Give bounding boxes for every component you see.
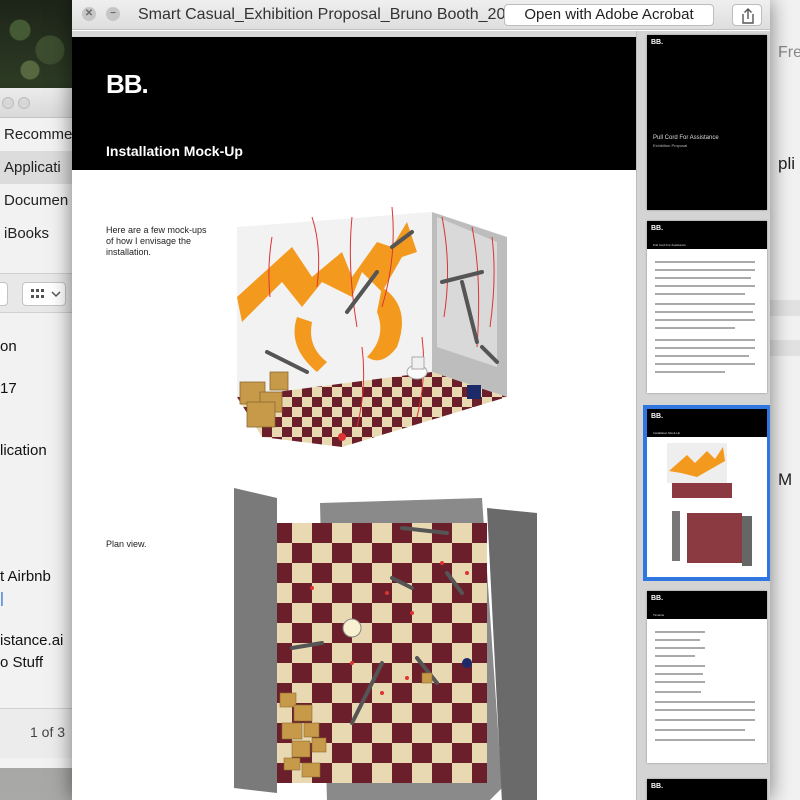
text-line: [655, 327, 735, 329]
grid-view-dropdown[interactable]: [22, 282, 66, 306]
page-thumbnail-5[interactable]: BB.: [647, 779, 767, 800]
preview-window: ✕ − Smart Casual_Exhibition Proposal_Bru…: [72, 0, 770, 800]
grid-icon: [31, 289, 61, 298]
text-line: [655, 355, 749, 357]
text-line: [655, 681, 705, 683]
page-thumbnail-4[interactable]: BB. Timeline: [647, 591, 767, 763]
plan-caption: Plan view.: [106, 539, 147, 549]
text-line: [655, 665, 705, 667]
text-line: [655, 363, 755, 365]
link-marker[interactable]: |: [0, 590, 4, 607]
mockup-illustration: [237, 206, 507, 447]
finder-window-button[interactable]: [18, 97, 30, 109]
finder-toolbar: [0, 88, 74, 118]
thumbnail-logo: BB.: [651, 413, 664, 420]
text-fragment: pli: [778, 154, 796, 173]
sidebar-item-recents[interactable]: Recomme: [0, 118, 74, 151]
close-button[interactable]: ✕: [82, 7, 96, 21]
text-line: [655, 371, 725, 373]
finder-window-button[interactable]: [2, 97, 14, 109]
finder-window: Recomme Applicati Documen iBooks on 17 l…: [0, 88, 75, 768]
thumbnail-label: Pull Cord For Assistance: [653, 243, 686, 247]
share-button[interactable]: [732, 4, 762, 26]
thumbnail-logo: BB.: [651, 595, 664, 602]
thumbnail-label: Pull Cord For Assistance: [653, 135, 719, 141]
page-header: BB. Installation Mock-Up: [72, 37, 636, 170]
finder-footer: 1 of 3: [0, 708, 74, 758]
thumbnail-logo: BB.: [651, 39, 664, 46]
thumbnail-logo: BB.: [651, 225, 664, 232]
background-window-right: Fre pli M: [770, 0, 800, 800]
text-line: [655, 269, 755, 271]
mockup-caption: Here are a few mock-ups of how I envisag…: [106, 225, 207, 257]
list-item[interactable]: o Stuff: [0, 654, 43, 671]
window-title-fragment: Fre: [778, 44, 800, 61]
sidebar-item-applications[interactable]: Applicati: [0, 151, 74, 184]
finder-sidebar: Recomme Applicati Documen iBooks: [0, 118, 74, 250]
text-line: [655, 673, 703, 675]
thumbnail-sublabel: Exhibition Proposal: [653, 143, 688, 148]
list-item[interactable]: on: [0, 338, 17, 355]
text-line: [655, 293, 745, 295]
text-line: [655, 631, 705, 633]
thumbnail-header: [647, 779, 767, 800]
page-title: Installation Mock-Up: [106, 143, 243, 159]
list-item[interactable]: 17: [0, 380, 17, 397]
page-thumbnail-2[interactable]: BB. Pull Cord For Assistance: [647, 221, 767, 393]
text-line: [655, 701, 755, 703]
text-line: [655, 639, 700, 641]
finder-view-controls: [0, 273, 74, 313]
list-item[interactable]: istance.ai: [0, 632, 63, 649]
text-line: [655, 339, 755, 341]
text-line: [655, 647, 705, 649]
thumbnail-illustration: [667, 443, 752, 566]
title-bar: ✕ − Smart Casual_Exhibition Proposal_Bru…: [72, 0, 770, 30]
thumbnail-label: Installation Mock-Up: [653, 431, 681, 435]
text-line: [655, 285, 755, 287]
row-divider: [770, 300, 800, 316]
text-line: [655, 739, 755, 741]
desktop-tree-image: [0, 0, 75, 90]
sidebar-item-documents[interactable]: Documen: [0, 184, 74, 217]
window-title: Smart Casual_Exhibition Proposal_Bruno B…: [138, 6, 508, 23]
list-item[interactable]: t Airbnb: [0, 568, 51, 585]
text-line: [655, 261, 755, 263]
text-line: [655, 655, 695, 657]
pdf-page: BB. Installation Mock-Up Here are a few …: [72, 37, 636, 800]
sidebar-item-ibooks[interactable]: iBooks: [0, 217, 74, 250]
text-fragment: M: [778, 470, 793, 489]
thumbnail-sidebar: BB. Pull Cord For Assistance Exhibition …: [636, 31, 770, 800]
text-line: [655, 691, 701, 693]
minimize-button[interactable]: −: [106, 7, 120, 21]
text-line: [655, 729, 745, 731]
thumbnail-header: [647, 591, 767, 619]
text-line: [655, 709, 755, 711]
text-line: [655, 319, 755, 321]
thumbnail-label: Timeline: [653, 613, 665, 617]
page-indicator: 1 of 3: [30, 724, 66, 740]
page-thumbnail-3[interactable]: BB. Installation Mock-Up: [643, 405, 770, 581]
row-divider: [770, 340, 800, 356]
list-view-button[interactable]: [0, 282, 8, 306]
list-item[interactable]: lication: [0, 442, 47, 459]
text-line: [655, 719, 755, 721]
text-line: [655, 347, 755, 349]
text-line: [655, 277, 751, 279]
logo: BB.: [106, 69, 149, 99]
plan-illustration: [234, 488, 537, 800]
open-with-acrobat-button[interactable]: Open with Adobe Acrobat: [504, 4, 714, 26]
text-line: [655, 311, 753, 313]
share-icon: [742, 8, 754, 24]
page-thumbnail-1[interactable]: BB. Pull Cord For Assistance Exhibition …: [647, 35, 767, 210]
thumbnail-logo: BB.: [651, 783, 664, 790]
document-area[interactable]: BB. Installation Mock-Up Here are a few …: [72, 31, 770, 800]
text-line: [655, 303, 755, 305]
